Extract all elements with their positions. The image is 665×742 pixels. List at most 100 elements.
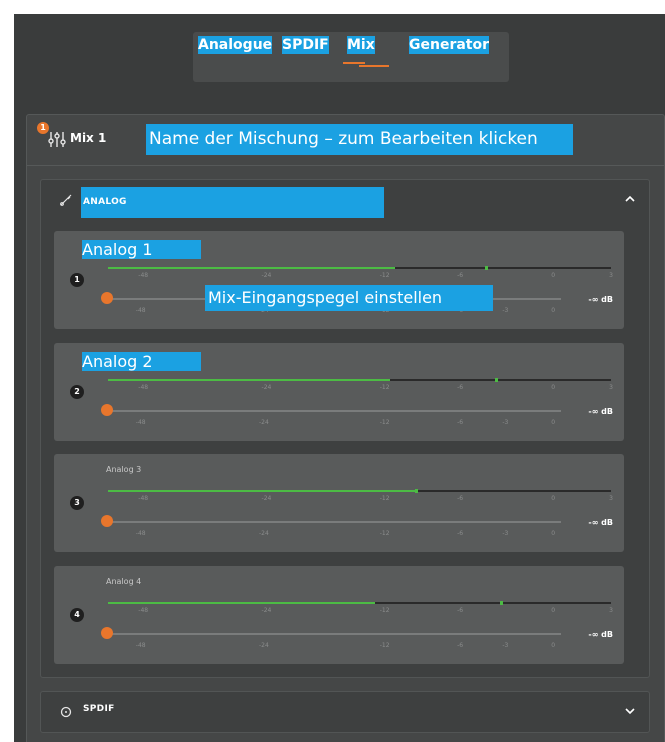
spdif-section-header[interactable]: SPDIF: [41, 692, 649, 732]
fader-tick: -48: [135, 642, 146, 649]
analog-section: ANALOG Analog 11 -48-24-12-603-48-24-12-…: [40, 179, 650, 678]
mix-header: 1 Mix 1 Name der Mischung – zum Bearbeit…: [27, 115, 664, 166]
channel-number: 3: [70, 496, 84, 510]
tab-bar: Analogue SPDIF Mix Generator: [193, 32, 509, 82]
channel-name: Analog 1: [82, 240, 201, 259]
fader-tick: 0: [551, 642, 556, 649]
circle-icon: [60, 706, 72, 718]
meter-tick: -6: [457, 272, 464, 279]
mix-name-field[interactable]: Name der Mischung – zum Bearbeiten klick…: [146, 124, 573, 155]
meter-tick: -12: [379, 607, 390, 614]
meter-tick: -24: [261, 607, 272, 614]
chevron-down-icon[interactable]: [623, 704, 637, 718]
meter-tick: 0: [551, 607, 556, 614]
meter-scale: -48 -24 -12 -6 0 3: [108, 495, 613, 505]
active-tab-indicator-2: [359, 65, 389, 67]
fader-knob[interactable]: [101, 627, 113, 639]
level-meter-fill: [108, 490, 415, 492]
mixer-icon: [48, 132, 66, 147]
fader-tick: -6: [457, 419, 464, 426]
fader-tick: -24: [259, 530, 269, 537]
fader-knob[interactable]: [101, 404, 113, 416]
level-meter-fill: [108, 267, 395, 269]
db-readout: -∞ dB: [588, 630, 613, 639]
fader-scale: -48 -24 -12 -6 -3 0: [108, 419, 611, 429]
fader-tick: -12: [379, 530, 390, 537]
analog-section-header[interactable]: ANALOG: [41, 180, 649, 220]
fader-track[interactable]: [108, 410, 561, 412]
fader-tick: 0: [551, 419, 556, 426]
fader-tick: -12: [379, 642, 390, 649]
app-window: Analogue SPDIF Mix Generator 1 Mix 1 Nam…: [14, 14, 665, 742]
fader-tick: -6: [457, 530, 464, 537]
fader-tick: -24: [259, 642, 269, 649]
meter-tick: -12: [379, 495, 390, 502]
fader-tick: -3: [502, 642, 509, 649]
spdif-section-label: SPDIF: [83, 704, 115, 714]
meter-tick: -24: [261, 495, 272, 502]
meter-tick: 0: [551, 384, 556, 391]
channel-name: Analog 3: [106, 465, 142, 474]
meter-tick: -48: [138, 607, 149, 614]
fader-scale: -48 -24 -12 -6 -3 0: [108, 642, 611, 652]
channel-name: Analog 4: [106, 577, 142, 586]
level-meter: [108, 266, 611, 270]
fader-tick: -48: [135, 307, 146, 314]
fader-knob[interactable]: [101, 515, 113, 527]
fader-tick: 0: [551, 530, 556, 537]
meter-scale: -48 -24 -12 -6 0 3: [108, 272, 613, 282]
fader-tick: -3: [502, 307, 509, 314]
fader-tick: -48: [135, 530, 146, 537]
fader-scale: -48 -24 -12 -6 -3 0: [108, 530, 611, 540]
fader-hint-label: Mix-Eingangspegel einstellen: [205, 285, 493, 311]
tab-mix[interactable]: Mix: [347, 36, 375, 54]
meter-tick: 3: [609, 272, 613, 279]
meter-tick: -24: [261, 272, 272, 279]
db-readout: -∞ dB: [588, 518, 613, 527]
meter-tick: -6: [457, 495, 464, 502]
tab-analogue[interactable]: Analogue: [198, 36, 273, 54]
notification-badge: 1: [37, 122, 49, 134]
level-meter-peak: [485, 266, 489, 270]
fader-tick: -24: [259, 419, 269, 426]
fader-tick: -3: [502, 419, 509, 426]
fader-tick: -6: [457, 642, 464, 649]
level-meter-peak: [414, 489, 418, 493]
spdif-section: SPDIF: [40, 691, 650, 733]
meter-tick: -48: [138, 384, 149, 391]
meter-scale: -48 -24 -12 -6 0 3: [108, 384, 613, 394]
channel-number: 1: [70, 273, 84, 287]
meter-tick: -6: [457, 607, 464, 614]
meter-tick: -12: [379, 272, 390, 279]
db-readout: -∞ dB: [588, 295, 613, 304]
tab-spdif[interactable]: SPDIF: [282, 36, 329, 54]
chevron-up-icon[interactable]: [623, 192, 637, 206]
channel-strip: Analog 2 2 -48 -24 -12 -6 0 3 -48 -24 -12 -6 -3 0 -∞ …: [54, 343, 624, 441]
meter-tick: 3: [609, 607, 613, 614]
channel-strip: Analog 3 3 -48 -24 -12 -6 0 3 -48 -24 -12 -6 -3 0 -∞ …: [54, 454, 624, 552]
db-readout: -∞ dB: [588, 407, 613, 416]
meter-tick: -24: [261, 384, 272, 391]
meter-tick: -6: [457, 384, 464, 391]
meter-scale: -48 -24 -12 -6 0 3: [108, 607, 613, 617]
channel-number: 4: [70, 608, 84, 622]
tab-generator[interactable]: Generator: [409, 36, 490, 54]
meter-tick: -48: [138, 272, 149, 279]
meter-tick: 3: [609, 495, 613, 502]
fader-track[interactable]: [108, 633, 561, 635]
instrument-cable-icon: [60, 194, 72, 206]
meter-tick: 0: [551, 495, 556, 502]
mix-title: Mix 1: [70, 131, 107, 145]
fader-tick: -48: [135, 419, 146, 426]
fader-track[interactable]: [108, 521, 561, 523]
active-tab-indicator: [343, 62, 365, 64]
level-meter: [108, 489, 611, 493]
channel-strip: Analog 4 4 -48 -24 -12 -6 0 3 -48 -24 -12 -6 -3 0 -∞ …: [54, 566, 624, 664]
fader-knob[interactable]: [101, 292, 113, 304]
channel-name: Analog 2: [82, 352, 201, 371]
meter-tick: 0: [551, 272, 556, 279]
channel-strip: Analog 11 -48-24-12-603-48-24-12-6-30-∞ …: [54, 231, 624, 329]
fader-tick: -3: [502, 530, 509, 537]
analog-section-label: ANALOG: [81, 187, 384, 218]
level-meter-fill: [108, 379, 390, 381]
